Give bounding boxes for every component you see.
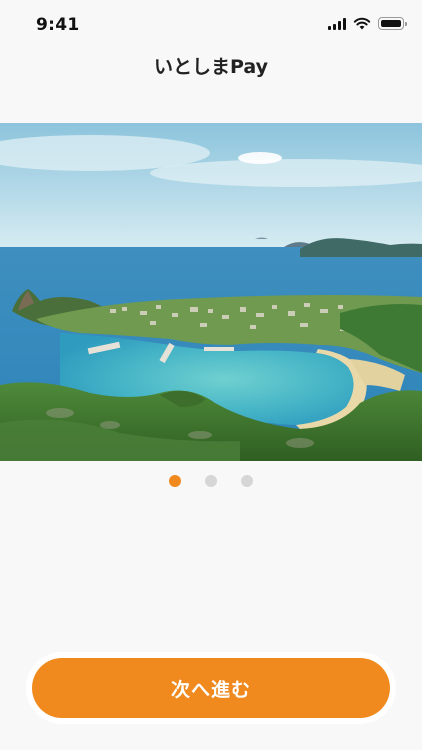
page-indicator-1[interactable]	[169, 475, 181, 487]
wifi-icon	[353, 17, 371, 30]
page-indicator-3[interactable]	[241, 475, 253, 487]
carousel-pagination	[0, 475, 422, 489]
next-button-container: 次へ進む	[26, 652, 396, 724]
status-time: 9:41	[36, 15, 80, 35]
next-button[interactable]: 次へ進む	[32, 658, 390, 718]
onboarding-screen: 9:41 いとしまPay 次へ進む	[0, 0, 422, 750]
coastal-bay-photo	[0, 123, 422, 461]
signal-icon	[328, 17, 346, 30]
page-title: いとしまPay	[153, 56, 269, 78]
status-icons	[328, 17, 407, 30]
page-indicator-2[interactable]	[205, 475, 217, 487]
status-bar: 9:41	[0, 0, 422, 50]
battery-icon	[378, 17, 407, 30]
carousel-image[interactable]	[0, 123, 422, 461]
